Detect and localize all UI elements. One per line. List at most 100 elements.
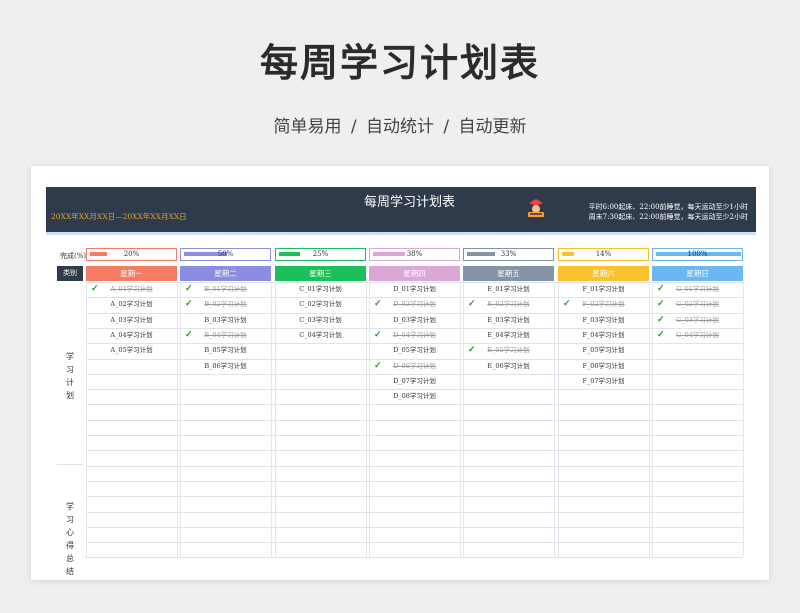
day-header[interactable]: 星期六 (558, 266, 649, 281)
day-header[interactable]: 星期日 (652, 266, 743, 281)
task-item[interactable]: F_05学习计划 (558, 343, 649, 358)
task-item[interactable]: ✓ E_05学习计划 (463, 343, 554, 358)
task-label: C_03学习计划 (299, 315, 342, 324)
task-item[interactable]: E_03学习计划 (463, 313, 554, 328)
task-label: B_03学习计划 (204, 315, 247, 324)
task-label: F_07学习计划 (582, 376, 625, 385)
task-item[interactable]: ✓ G_01学习计划 (652, 282, 743, 297)
sheet-banner: 每周学习计划表 20XX年XX月XX日—20XX年XX月XX日 平时6:00起床… (46, 187, 756, 232)
task-item[interactable]: C_04学习计划 (275, 328, 366, 343)
task-item[interactable]: ✓ D_04学习计划 (369, 328, 460, 343)
task-item[interactable]: D_03学习计划 (369, 313, 460, 328)
task-item[interactable]: A_05学习计划 (86, 343, 177, 358)
task-item[interactable]: ✓ B_04学习计划 (180, 328, 271, 343)
grid-line (86, 435, 743, 436)
day-header[interactable]: 星期二 (180, 266, 271, 281)
task-item[interactable]: F_07学习计划 (558, 374, 649, 389)
grid-line (86, 557, 743, 559)
progress-bar: 25% (275, 248, 366, 261)
task-item[interactable]: B_05学习计划 (180, 343, 271, 358)
task-item[interactable]: C_03学习计划 (275, 313, 366, 328)
progress-bar: 50% (180, 248, 271, 261)
task-item[interactable]: B_06学习计划 (180, 359, 271, 374)
progress-percent: 20% (123, 250, 140, 258)
section-separator (57, 464, 83, 465)
task-item[interactable]: ✓ F_02学习计划 (558, 297, 649, 312)
task-item[interactable]: ✓ B_01学习计划 (180, 282, 271, 297)
task-item[interactable]: ✓ G_04学习计划 (652, 328, 743, 343)
task-label: B_04学习计划 (204, 330, 247, 339)
progress-percent: 38% (406, 250, 423, 258)
task-item[interactable]: F_01学习计划 (558, 282, 649, 297)
grid-line (86, 496, 743, 498)
task-label: C_01学习计划 (299, 285, 342, 293)
task-label: F_06学习计划 (582, 361, 625, 370)
grid-line (86, 511, 743, 513)
task-item[interactable]: D_07学习计划 (369, 374, 460, 389)
task-label: E_06学习计划 (487, 361, 530, 370)
task-item[interactable]: A_04学习计划 (86, 328, 177, 343)
task-item[interactable]: ✓ A_01学习计划 (86, 282, 177, 297)
task-label: D_05学习计划 (393, 346, 436, 355)
task-item[interactable]: E_04学习计划 (463, 328, 554, 343)
task-item[interactable]: F_06学习计划 (558, 359, 649, 374)
column-line (460, 282, 461, 558)
task-item[interactable]: ✓ B_02学习计划 (180, 297, 271, 312)
banner-divider (46, 232, 756, 235)
task-item[interactable]: ✓ G_02学习计划 (652, 297, 743, 312)
task-item[interactable]: C_01学习计划 (275, 282, 366, 297)
progress-percent: 50% (217, 250, 234, 258)
column-line (743, 282, 744, 558)
day-header[interactable]: 星期四 (369, 266, 460, 281)
grid-line (86, 404, 743, 406)
task-label: F_05学习计划 (582, 346, 625, 355)
day-header[interactable]: 星期五 (463, 266, 554, 281)
cartoon-reader-icon (528, 199, 544, 217)
task-item[interactable]: D_01学习计划 (369, 282, 460, 297)
task-label: A_05学习计划 (110, 346, 153, 355)
day-header[interactable]: 星期一 (86, 266, 177, 281)
task-item[interactable]: ✓ E_02学习计划 (463, 297, 554, 312)
task-label: D_03学习计划 (393, 315, 436, 324)
section-study-summary-label: 学习心得总结 (66, 502, 74, 576)
date-range: 20XX年XX月XX日—20XX年XX月XX日 (51, 212, 187, 221)
grid-line (86, 542, 743, 544)
task-label: G_02学习计划 (676, 300, 719, 309)
task-item[interactable]: F_03学习计划 (558, 313, 649, 328)
task-label: G_04学习计划 (676, 330, 719, 339)
task-label: G_01学习计划 (676, 285, 719, 293)
task-label: E_04学习计划 (487, 330, 530, 339)
task-item[interactable]: C_02学习计划 (275, 297, 366, 312)
progress-bar: 20% (86, 248, 177, 261)
grid-line (86, 465, 743, 467)
task-label: D_08学习计划 (393, 392, 436, 401)
task-item[interactable]: ✓ D_02学习计划 (369, 297, 460, 312)
progress-bar: 33% (463, 248, 554, 261)
task-item[interactable]: ✓ G_03学习计划 (652, 313, 743, 328)
task-label: C_04学习计划 (299, 330, 342, 339)
task-item[interactable]: A_02学习计划 (86, 297, 177, 312)
task-item[interactable]: E_06学习计划 (463, 359, 554, 374)
task-item[interactable]: D_08学习计划 (369, 389, 460, 404)
column-line (366, 282, 367, 558)
schedule-note-weekday: 平时6:00起床、22:00前睡觉，每天运动至少1小时 (588, 203, 748, 211)
progress-percent: 100% (687, 250, 708, 258)
task-item[interactable]: A_03学习计划 (86, 313, 177, 328)
task-label: D_01学习计划 (393, 285, 436, 293)
task-item[interactable]: E_01学习计划 (463, 282, 554, 297)
task-label: F_03学习计划 (582, 315, 625, 324)
category-header: 类别 (57, 266, 83, 281)
progress-label: 完成(%) (60, 252, 87, 260)
task-label: F_01学习计划 (582, 285, 625, 293)
task-label: F_02学习计划 (582, 300, 625, 309)
section-study-summary: 学习心得总结 (57, 500, 83, 578)
task-item[interactable]: D_05学习计划 (369, 343, 460, 358)
task-label: B_02学习计划 (204, 300, 247, 309)
day-header[interactable]: 星期三 (275, 266, 366, 281)
column-line (649, 282, 650, 558)
task-label: B_05学习计划 (204, 346, 247, 355)
task-item[interactable]: B_03学习计划 (180, 313, 271, 328)
task-item[interactable]: ✓ D_06学习计划 (369, 359, 460, 374)
task-item[interactable]: F_04学习计划 (558, 328, 649, 343)
task-label: A_01学习计划 (110, 285, 153, 293)
